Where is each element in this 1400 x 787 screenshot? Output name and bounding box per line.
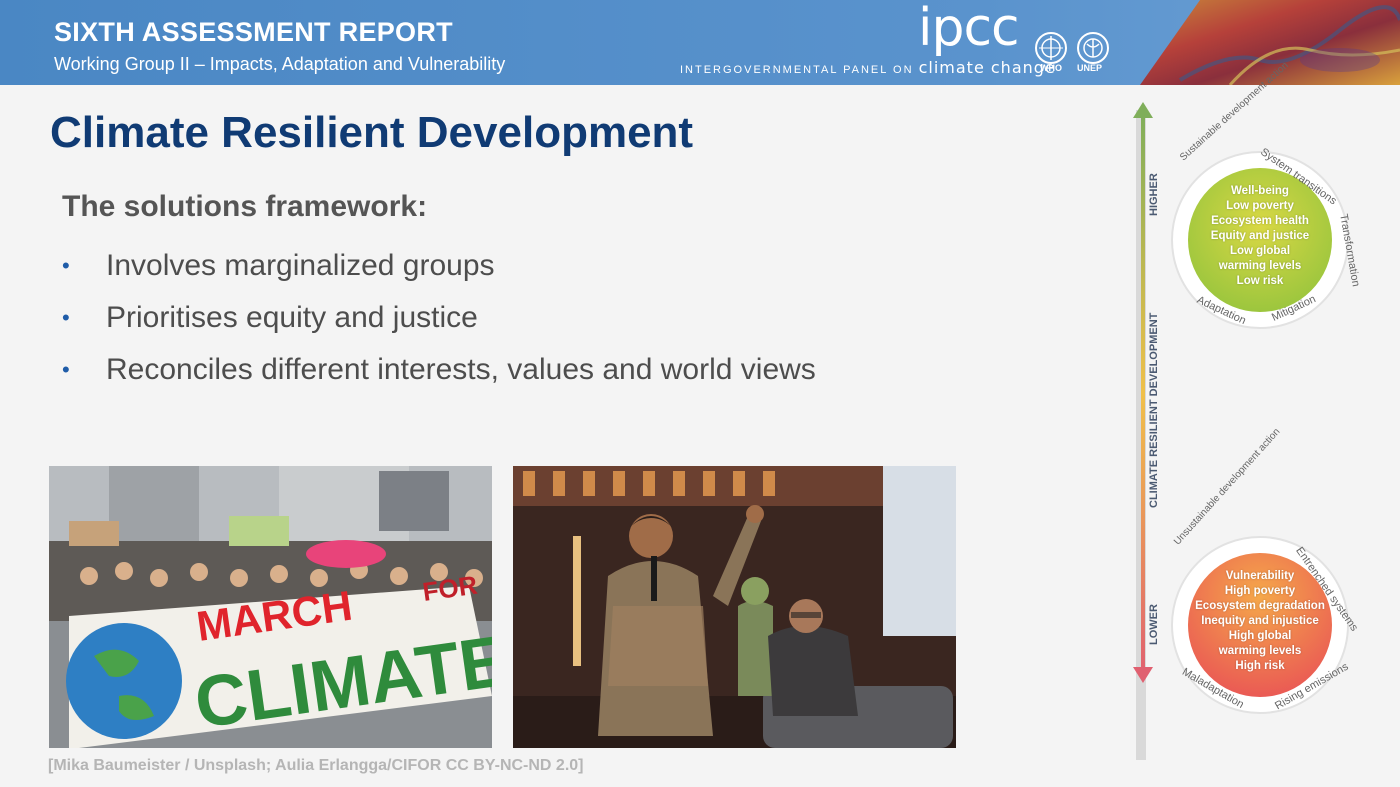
lower-item: High global	[1228, 630, 1292, 642]
upper-item: Equity and justice	[1210, 230, 1310, 242]
lower-item: High risk	[1235, 660, 1285, 672]
bullet-text: Involves marginalized groups	[106, 249, 495, 282]
speaker-photo	[513, 466, 956, 748]
report-header: SIXTH ASSESSMENT REPORT Working Group II…	[0, 0, 1400, 85]
unep-emblem-icon	[1077, 32, 1109, 64]
lower-item: Ecosystem degradation	[1195, 600, 1325, 612]
lower-item: warming levels	[1218, 645, 1302, 657]
axis-label: CLIMATE RESILIENT DEVELOPMENT	[1148, 312, 1160, 508]
ipcc-tagline-prefix: INTERGOVERNMENTAL PANEL ON	[680, 64, 914, 76]
unep-label: UNEP	[1077, 63, 1103, 73]
report-subtitle: Working Group II – Impacts, Adaptation a…	[54, 54, 506, 74]
upper-item: Low risk	[1236, 275, 1284, 287]
bullet-list: • Involves marginalized groups • Prioritis…	[62, 240, 816, 396]
higher-label: HIGHER	[1148, 173, 1160, 216]
slide-subheading: The solutions framework:	[62, 190, 428, 223]
upper-circle-items: Well-being Low poverty Ecosystem health …	[1195, 184, 1325, 289]
bullet-item: • Prioritises equity and justice	[62, 292, 816, 344]
slide-title: Climate Resilient Development	[50, 108, 694, 157]
climate-march-photo: MARCH FOR CLIMATE	[49, 466, 492, 748]
bullet-item: • Reconciles different interests, values …	[62, 344, 816, 396]
photo-credit: [Mika Baumeister / Unsplash; Aulia Erlan…	[48, 757, 584, 774]
upper-item: Low global	[1229, 245, 1291, 257]
lower-item: High poverty	[1224, 585, 1296, 597]
bullet-text: Reconciles different interests, values a…	[106, 353, 816, 386]
bullet-dot-icon: •	[62, 305, 70, 330]
who-label: WHO	[1040, 63, 1062, 73]
bullet-text: Prioritises equity and justice	[106, 301, 478, 334]
ipcc-logo: ipcc	[918, 0, 1020, 58]
lower-circle-items: Vulnerability High poverty Ecosystem deg…	[1190, 569, 1330, 674]
who-emblem-icon	[1035, 32, 1067, 64]
ipcc-tagline: INTERGOVERNMENTAL PANEL ON climate chang…	[680, 58, 1056, 77]
scale-axis-line	[1141, 112, 1145, 677]
bullet-item: • Involves marginalized groups	[62, 240, 816, 292]
lower-label: LOWER	[1148, 604, 1160, 645]
upper-item: warming levels	[1218, 260, 1302, 272]
upper-item: Ecosystem health	[1211, 215, 1309, 227]
bullet-dot-icon: •	[62, 253, 70, 278]
upper-item: Low poverty	[1226, 200, 1294, 212]
report-title: SIXTH ASSESSMENT REPORT	[54, 17, 453, 47]
bullet-dot-icon: •	[62, 357, 70, 382]
lower-item: Inequity and injustice	[1201, 615, 1319, 627]
